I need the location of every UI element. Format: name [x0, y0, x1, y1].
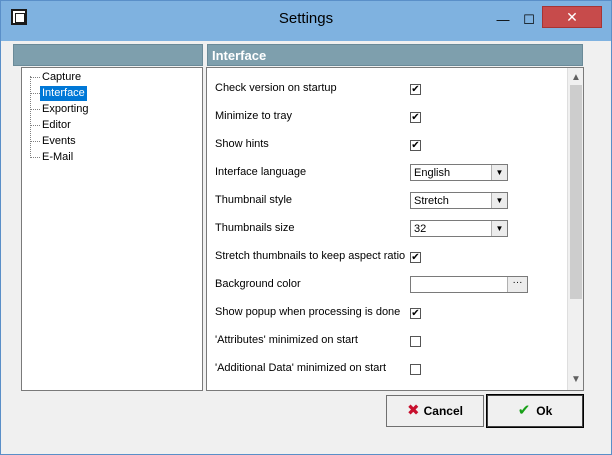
ok-button[interactable]: ✔ Ok — [486, 394, 584, 428]
stretch-thumbnails-checkbox[interactable]: ✔ — [410, 252, 421, 263]
settings-tree: Capture Interface Exporting Editor Event… — [21, 67, 203, 391]
option-label: Show popup when processing is done — [215, 306, 401, 318]
vertical-scrollbar[interactable]: ▲ ▼ — [567, 68, 583, 390]
option-label: Interface language — [215, 166, 307, 178]
tree-connector — [30, 93, 40, 94]
scroll-down-icon[interactable]: ▼ — [568, 372, 584, 388]
cancel-x-icon: ✖ — [407, 402, 420, 419]
window-body: Settings — ☐ ✕ Capture Interface Exporti… — [1, 1, 611, 454]
ellipsis-icon[interactable]: ··· — [507, 277, 527, 292]
tree-header — [13, 44, 203, 66]
thumbnails-size-select[interactable]: 32 ▼ — [410, 220, 508, 237]
ok-button-label: Ok — [536, 404, 553, 418]
tree-connector — [30, 109, 40, 110]
minimize-to-tray-checkbox[interactable]: ✔ — [410, 112, 421, 123]
select-value: English — [414, 167, 451, 179]
interface-options-panel: Check version on startup ✔ Minimize to t… — [206, 67, 584, 391]
option-label: Minimize to tray — [215, 110, 293, 122]
option-label: Background color — [215, 278, 301, 290]
tree-item-capture[interactable]: Capture — [40, 70, 83, 85]
interface-language-select[interactable]: English ▼ — [410, 164, 508, 181]
tree-item-editor[interactable]: Editor — [40, 118, 73, 133]
background-color-field[interactable]: ··· — [410, 276, 528, 293]
scroll-thumb[interactable] — [570, 85, 582, 299]
option-label: Thumbnails size — [215, 222, 295, 234]
tree-connector-line — [30, 76, 31, 156]
select-value: 32 — [414, 223, 427, 235]
check-version-checkbox[interactable]: ✔ — [410, 84, 421, 95]
maximize-button[interactable]: ☐ — [516, 9, 542, 31]
additional-data-minimized-checkbox[interactable] — [410, 364, 421, 375]
panel-title: Interface — [212, 48, 267, 63]
tree-connector — [30, 125, 40, 126]
thumbnail-style-select[interactable]: Stretch ▼ — [410, 192, 508, 209]
option-label: Show hints — [215, 138, 269, 150]
option-label: 'Additional Data' minimized on start — [215, 362, 387, 374]
option-label: Check version on startup — [215, 82, 337, 94]
settings-window: Settings — ☐ ✕ Capture Interface Exporti… — [0, 0, 612, 455]
tree-connector — [30, 141, 40, 142]
show-popup-checkbox[interactable]: ✔ — [410, 308, 421, 319]
chevron-down-icon[interactable]: ▼ — [491, 221, 507, 236]
option-label: Stretch thumbnails to keep aspect ratio — [215, 250, 406, 262]
close-button[interactable]: ✕ — [542, 6, 602, 28]
tree-item-exporting[interactable]: Exporting — [40, 102, 90, 117]
option-label: 'Attributes' minimized on start — [215, 334, 358, 346]
tree-item-interface[interactable]: Interface — [40, 86, 87, 101]
tree-item-events[interactable]: Events — [40, 134, 78, 149]
tree-connector — [30, 157, 40, 158]
chevron-down-icon[interactable]: ▼ — [491, 193, 507, 208]
chevron-down-icon[interactable]: ▼ — [491, 165, 507, 180]
cancel-button-label: Cancel — [423, 404, 463, 418]
attributes-minimized-checkbox[interactable] — [410, 336, 421, 347]
scroll-up-icon[interactable]: ▲ — [568, 70, 584, 86]
tree-connector — [30, 77, 40, 78]
titlebar[interactable]: Settings — ☐ ✕ — [1, 1, 611, 41]
minimize-button[interactable]: — — [490, 9, 516, 31]
show-hints-checkbox[interactable]: ✔ — [410, 140, 421, 151]
cancel-button[interactable]: ✖ Cancel — [386, 395, 484, 427]
panel-header: Interface — [207, 44, 583, 66]
tree-item-email[interactable]: E-Mail — [40, 150, 75, 165]
select-value: Stretch — [414, 195, 449, 207]
option-label: Thumbnail style — [215, 194, 293, 206]
ok-check-icon: ✔ — [517, 402, 531, 419]
